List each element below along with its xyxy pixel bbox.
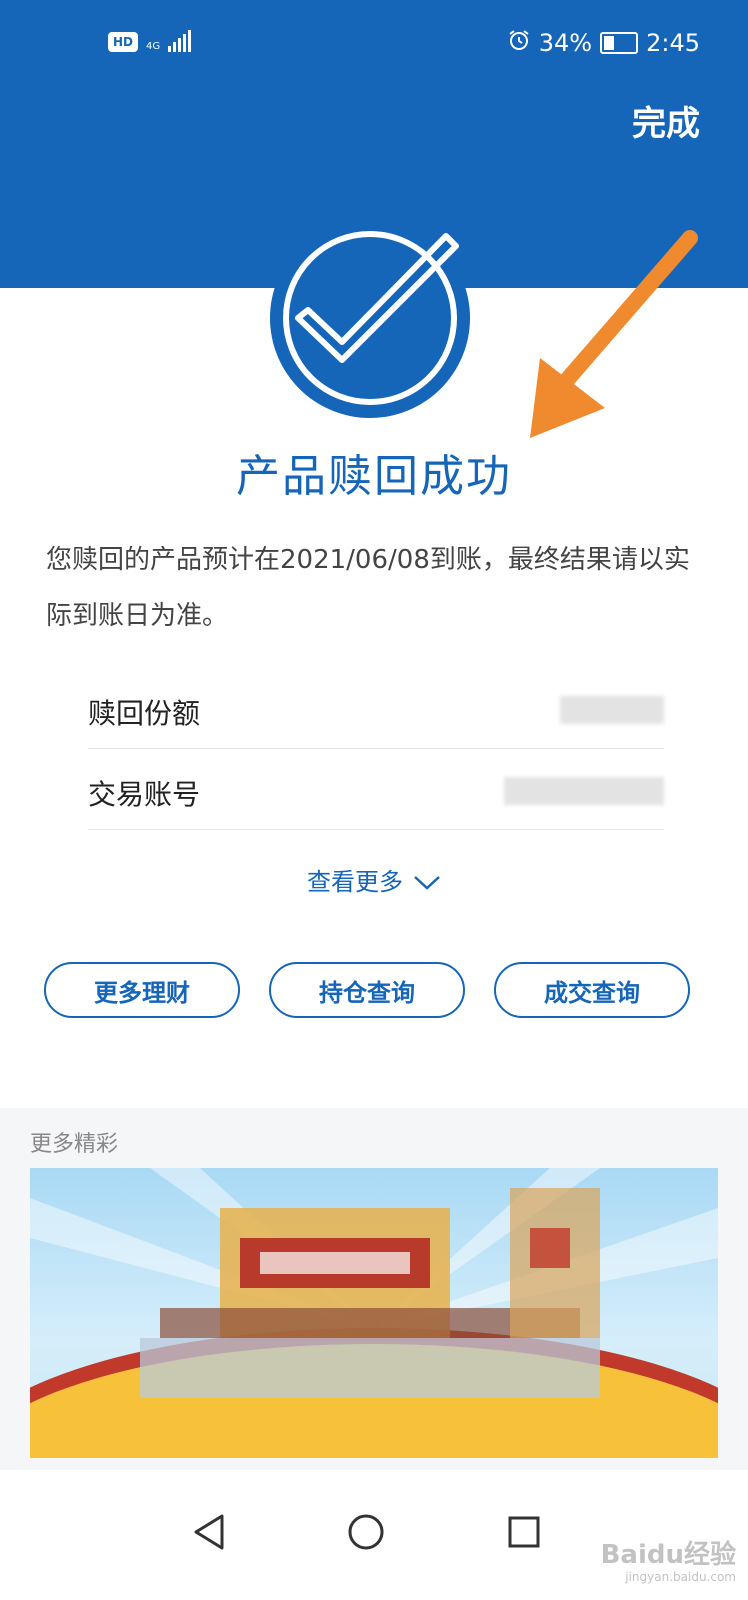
alarm-icon [507,28,531,58]
clock-time: 2:45 [646,29,700,57]
more-finance-button[interactable]: 更多理财 [44,962,240,1018]
detail-list: 赎回份额 交易账号 [88,668,664,830]
promo-banner[interactable] [30,1168,718,1458]
recents-icon[interactable] [504,1512,544,1556]
system-nav-bar: Baidu经验 jingyan.baidu.com [0,1470,748,1600]
battery-percent: 34% [538,29,593,57]
battery-icon [600,32,639,54]
result-title: 产品赎回成功 [236,451,512,502]
detail-row-trade-account: 交易账号 [88,749,664,830]
holdings-query-button[interactable]: 持仓查询 [269,962,465,1018]
done-button[interactable]: 完成 [632,96,700,145]
trade-query-button[interactable]: 成交查询 [494,962,690,1018]
check-circle-icon [270,218,470,418]
detail-label: 交易账号 [88,778,201,811]
watermark-logo: Baidu经验 jingyan.baidu.com [601,1542,736,1588]
orange-arrow-icon [520,228,710,452]
detail-value-redacted [560,696,664,724]
chevron-down-icon [413,869,441,897]
detail-label: 赎回份额 [88,697,201,730]
promo-banner-image [30,1168,718,1458]
more-highlights-title: 更多精彩 [30,1132,119,1157]
signal-icon [168,30,192,52]
more-highlights-section: 更多精彩 [0,1108,748,1470]
see-more-label: 查看更多 [307,868,403,896]
back-icon[interactable] [190,1512,230,1556]
detail-row-redeem-shares: 赎回份额 [88,668,664,749]
status-bar: HD 4G 34% 2:45 [0,22,748,62]
result-description: 您赎回的产品预计在2021/06/08到账，最终结果请以实际到账日为准。 [46,545,690,631]
network-type: 4G [146,41,161,52]
home-icon[interactable] [346,1512,386,1556]
detail-value-redacted [504,777,664,805]
see-more-link[interactable]: 查看更多 [0,862,748,897]
hd-badge: HD [108,32,139,52]
